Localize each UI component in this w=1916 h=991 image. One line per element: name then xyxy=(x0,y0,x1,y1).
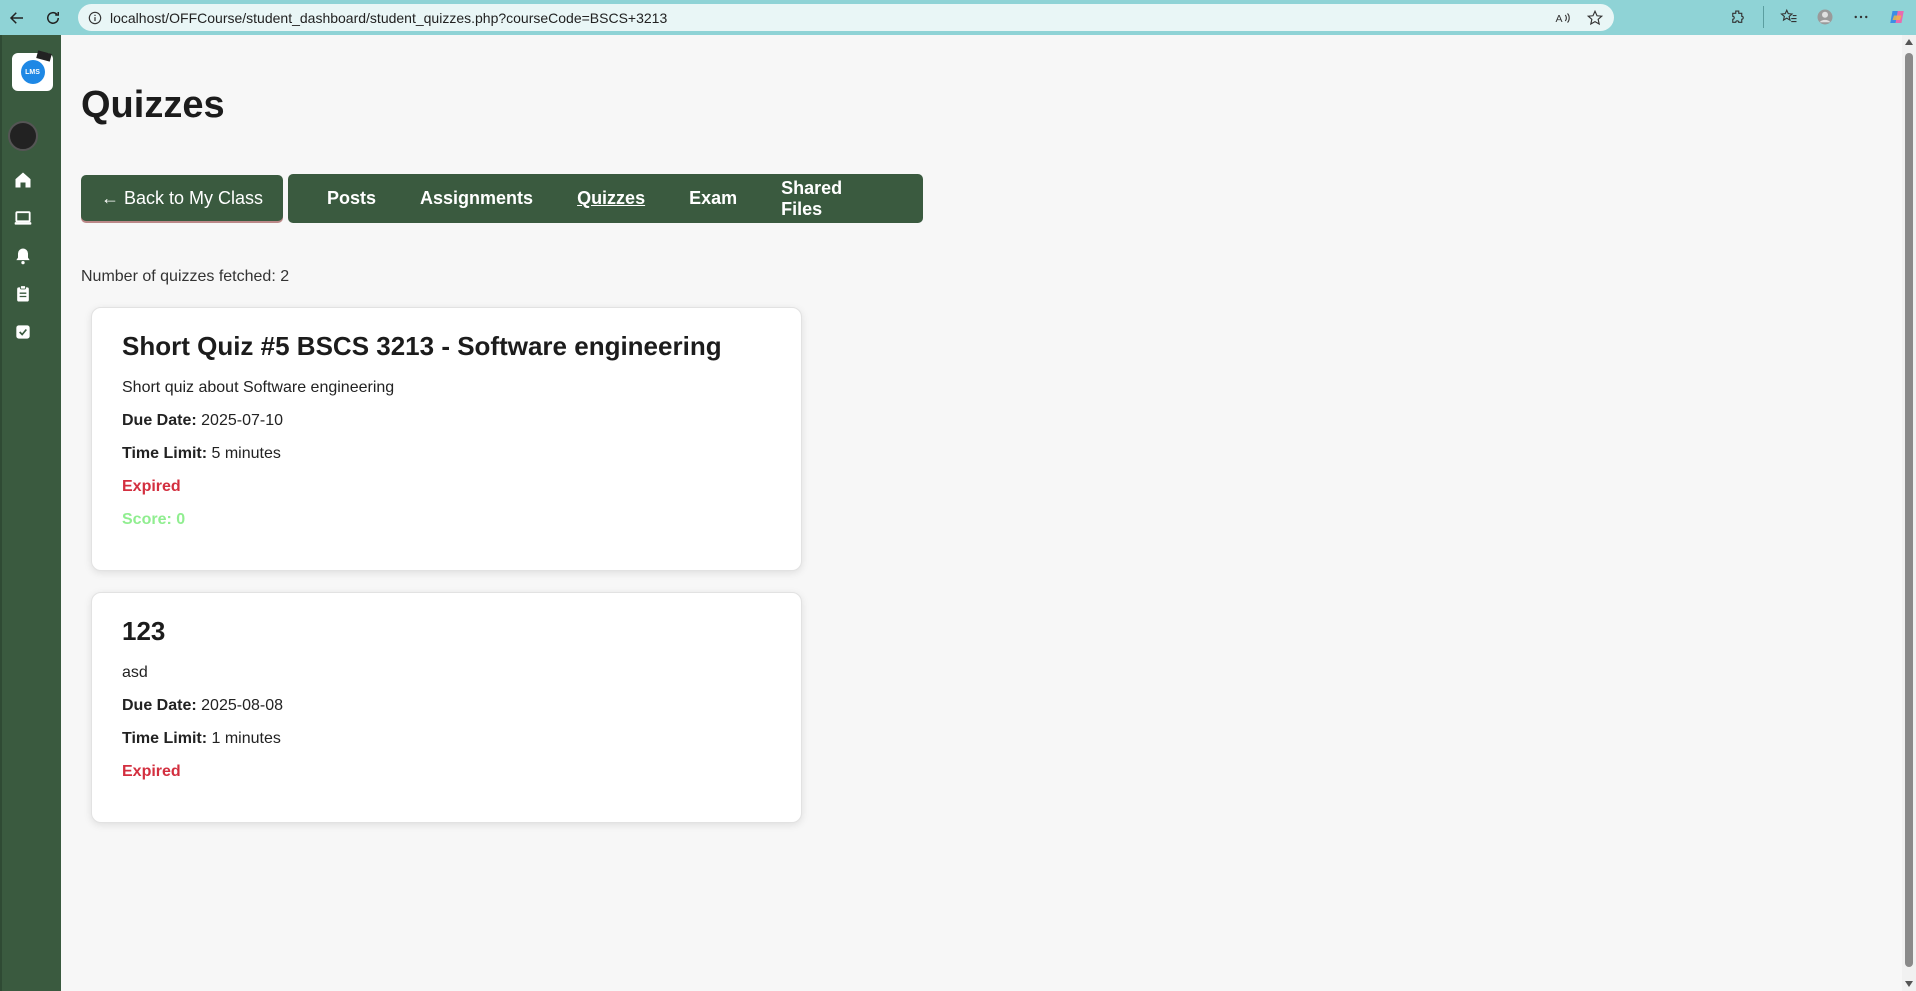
quiz-status: Expired xyxy=(122,763,181,780)
tab-exam[interactable]: Exam xyxy=(689,188,737,209)
copilot-icon[interactable] xyxy=(1886,6,1908,28)
time-limit-value: 5 minutes xyxy=(211,445,281,462)
quiz-count-text: Number of quizzes fetched: 2 xyxy=(81,268,290,285)
page-scrollbar[interactable] xyxy=(1902,35,1916,991)
browser-toolbar: localhost/OFFCourse/student_dashboard/st… xyxy=(0,0,1916,35)
clipboard-icon[interactable] xyxy=(12,283,34,305)
due-date-value: 2025-07-10 xyxy=(201,412,283,429)
tab-quizzes[interactable]: Quizzes xyxy=(577,188,645,209)
page-title: Quizzes xyxy=(81,84,225,126)
url-text: localhost/OFFCourse/student_dashboard/st… xyxy=(110,9,668,26)
scroll-up-icon[interactable] xyxy=(1905,39,1913,45)
quiz-card[interactable]: 123 asd Due Date: 2025-08-08 Time Limit:… xyxy=(91,592,802,823)
home-icon[interactable] xyxy=(12,169,34,191)
svg-text:A: A xyxy=(1556,12,1563,24)
tab-posts[interactable]: Posts xyxy=(327,188,376,209)
quiz-time-limit: Time Limit: 1 minutes xyxy=(122,730,771,748)
back-arrow-icon[interactable] xyxy=(6,7,28,29)
bell-icon[interactable] xyxy=(12,245,34,267)
scroll-down-icon[interactable] xyxy=(1905,981,1913,987)
lms-logo[interactable]: LMS xyxy=(12,50,53,91)
quiz-description: Short quiz about Software engineering xyxy=(122,379,395,396)
quiz-card[interactable]: Short Quiz #5 BSCS 3213 - Software engin… xyxy=(91,307,802,571)
laptop-icon[interactable] xyxy=(12,207,34,229)
quiz-title: Short Quiz #5 BSCS 3213 - Software engin… xyxy=(122,331,722,361)
profile-icon[interactable] xyxy=(1814,6,1836,28)
address-bar[interactable]: localhost/OFFCourse/student_dashboard/st… xyxy=(78,4,1614,31)
quiz-due-date: Due Date: 2025-08-08 xyxy=(122,697,771,715)
time-limit-label: Time Limit: xyxy=(122,730,208,747)
course-tabs: Posts Assignments Quizzes Exam Shared Fi… xyxy=(288,174,923,223)
graduation-cap-icon xyxy=(35,50,52,62)
sidebar: LMS xyxy=(0,35,61,991)
favorite-star-icon[interactable] xyxy=(1586,9,1604,27)
tab-shared-files[interactable]: Shared Files xyxy=(781,178,879,220)
read-aloud-icon[interactable]: A xyxy=(1554,9,1572,27)
quiz-time-limit: Time Limit: 5 minutes xyxy=(122,445,771,463)
avatar[interactable] xyxy=(8,121,38,151)
toolbar-divider xyxy=(1763,6,1764,28)
quiz-description: asd xyxy=(122,664,148,681)
logo-badge: LMS xyxy=(20,50,52,84)
time-limit-label: Time Limit: xyxy=(122,445,208,462)
more-menu-icon[interactable] xyxy=(1850,6,1872,28)
favorites-icon[interactable] xyxy=(1778,6,1800,28)
extensions-icon[interactable] xyxy=(1727,6,1749,28)
back-to-class-button[interactable]: ← Back to My Class xyxy=(81,175,283,221)
logo-text: LMS xyxy=(25,68,40,76)
due-date-value: 2025-08-08 xyxy=(201,697,283,714)
time-limit-value: 1 minutes xyxy=(211,730,281,747)
refresh-icon[interactable] xyxy=(42,7,64,29)
due-date-label: Due Date: xyxy=(122,697,197,714)
checkbox-icon[interactable] xyxy=(12,321,34,343)
quiz-title: 123 xyxy=(122,616,166,646)
scroll-thumb[interactable] xyxy=(1905,53,1913,967)
quiz-score: Score: 0 xyxy=(122,511,186,528)
quiz-status: Expired xyxy=(122,478,181,495)
tab-assignments[interactable]: Assignments xyxy=(420,188,533,209)
info-icon[interactable] xyxy=(88,11,102,25)
quiz-due-date: Due Date: 2025-07-10 xyxy=(122,412,771,430)
due-date-label: Due Date: xyxy=(122,412,197,429)
